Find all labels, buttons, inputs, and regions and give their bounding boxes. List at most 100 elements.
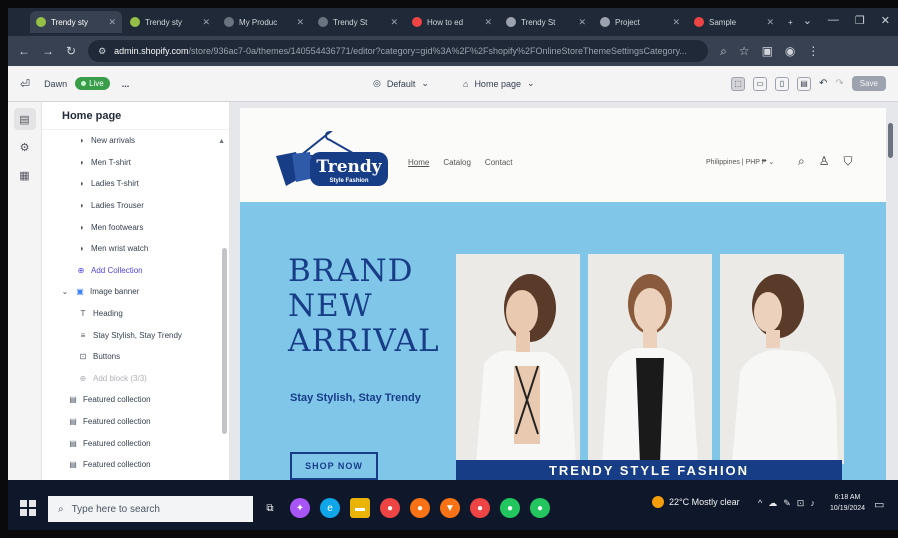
close-tab-icon[interactable]: ✕ [484,17,492,28]
close-window-icon[interactable]: ✕ [881,14,890,27]
chevron-down-icon[interactable]: ⌄ [60,287,70,296]
sidebar-item[interactable]: ◑ Men T-shirt [42,152,229,174]
preview-scrollbar[interactable] [888,123,893,158]
chrome-icon[interactable]: ● [380,498,400,518]
undo-icon[interactable]: ↶ [819,78,827,89]
more-actions-button[interactable]: ... [122,79,130,89]
close-tab-icon[interactable]: ✕ [766,17,774,28]
sections-icon[interactable]: ▤ [13,108,36,130]
sidebar-item[interactable]: ▤ Featured collection [42,432,229,454]
windows-start-icon[interactable] [20,500,36,516]
extension-icon[interactable]: ▣ [762,44,773,58]
sidebar-item[interactable]: ≡ Stay Stylish, Stay Trendy [42,324,229,346]
close-tab-icon[interactable]: ✕ [390,17,398,28]
sidebar-item[interactable]: ⊡ Buttons [42,346,229,368]
globe-icon: ◎ [373,78,381,88]
shop-now-button[interactable]: SHOP NOW [290,452,378,480]
chevron-up-icon[interactable]: ^ [758,498,762,509]
theme-settings-icon[interactable]: ⚙ [14,136,36,158]
sidebar-item[interactable]: ◑ New arrivals [42,130,229,152]
close-tab-icon[interactable]: ✕ [108,17,116,28]
chrome-icon[interactable]: ● [470,498,490,518]
sidebar-item-label: Stay Stylish, Stay Trendy [93,330,182,340]
apps-icon[interactable]: ▦ [14,164,36,186]
browser-tab[interactable]: My Produc ✕ [218,11,310,33]
fullscreen-icon[interactable]: ▤ [796,76,811,91]
sidebar-item[interactable]: ◑ Ladies Trouser [42,195,229,217]
chrome-icon[interactable]: ● [500,498,520,518]
nav-home[interactable]: Home [408,158,429,167]
close-tab-icon[interactable]: ✕ [296,17,304,28]
taskbar-clock[interactable]: 6:18 AM 10/19/2024 [830,492,865,514]
page-dropdown[interactable]: ⌂ Home page ⌄ [463,78,535,89]
pen-icon[interactable]: ✎ [783,498,791,509]
sidebar-item[interactable]: ◑ Ladies T-shirt [42,173,229,195]
browser-tab[interactable]: Trendy St ✕ [312,11,404,33]
close-tab-icon[interactable]: ✕ [202,17,210,28]
site-info-icon[interactable]: ⚙ [98,46,106,57]
widgets-icon[interactable]: ✦ [290,498,310,518]
collapse-arrow-icon[interactable]: ▲ [218,138,225,145]
nav-catalog[interactable]: Catalog [443,158,471,167]
browser-tab[interactable]: Project ✕ [594,11,686,33]
redo-icon[interactable]: ↷ [835,78,843,89]
image-banner[interactable]: BRAND NEW ARRIVAL Stay Stylish, Stay Tre… [240,202,886,480]
sidebar-item[interactable]: ▤ Featured collection [42,411,229,433]
menu-icon[interactable]: ⋮ [807,44,819,58]
taskbar-search[interactable]: ⌕ Type here to search [48,496,253,522]
sidebar-item[interactable]: ▤ Featured collection [42,454,229,476]
sidebar-item[interactable]: ▤ Featured collection [42,389,229,411]
browser-tab[interactable]: How to ed ✕ [406,11,498,33]
browser-tab[interactable]: Sample ✕ [688,11,780,33]
browser-tab[interactable]: Trendy St ✕ [500,11,592,33]
file-explorer-icon[interactable]: ▬ [350,498,370,518]
desktop-view-icon[interactable]: ▭ [752,76,767,91]
forward-icon[interactable]: → [42,44,54,58]
close-tab-icon[interactable]: ✕ [578,17,586,28]
edge-icon[interactable]: e [320,498,340,518]
country-selector[interactable]: Philippines | PHP ₱ ⌄ [706,158,774,166]
sidebar-item[interactable]: ⌄ ▣ Image banner [42,281,229,303]
zoom-icon[interactable]: ⌕ [720,44,727,59]
browser-tab[interactable]: Trendy sty ✕ [124,11,216,33]
url-field[interactable]: ⚙ admin.shopify.com /store/936ac7-0a/the… [88,40,709,62]
sidebar-item[interactable]: ⊕ Add Collection [42,260,229,282]
sidebar-item-label: Image banner [90,287,140,297]
new-tab-icon[interactable]: + [782,11,804,33]
close-tab-icon[interactable]: ✕ [672,17,680,28]
exit-editor-icon[interactable]: ⏎ [20,77,30,91]
network-icon[interactable]: ⊡ [797,498,805,509]
nav-contact[interactable]: Contact [485,158,513,167]
bookmark-star-icon[interactable]: ☆ [739,44,750,58]
sidebar-item-label: Featured collection [83,395,151,405]
theme-settings-dropdown[interactable]: ◎ Default ⌄ [373,78,429,89]
add-icon: ⊕ [77,265,85,275]
notifications-icon[interactable]: ▭ [874,498,884,511]
browser-tab[interactable]: Trendy sty ✕ [30,11,122,33]
chrome-active-icon[interactable]: ● [530,498,550,518]
onedrive-icon[interactable]: ☁ [768,498,777,509]
sidebar-item[interactable]: ◑ Men wrist watch [42,238,229,260]
sidebar-item[interactable]: ◑ Men footwears [42,216,229,238]
brave-icon[interactable]: ▼ [440,498,460,518]
back-icon[interactable]: ← [18,44,30,58]
profile-icon[interactable]: ◉ [785,44,795,58]
mobile-view-icon[interactable]: ▯ [774,76,789,91]
chrome-profile-icon[interactable]: ● [410,498,430,518]
store-logo[interactable]: Trendy Style Fashion [270,128,390,188]
sidebar-scrollbar[interactable] [222,248,227,434]
reload-icon[interactable]: ↻ [66,44,76,58]
volume-icon[interactable]: ♪ [810,498,815,509]
minimize-icon[interactable]: — [828,14,839,27]
search-icon[interactable]: ⌕ [798,154,805,169]
task-view-icon[interactable]: ⧉ [260,498,280,518]
sidebar-item[interactable]: T Heading [42,303,229,325]
save-button[interactable]: Save [851,76,886,91]
cart-icon[interactable]: ⛉ [844,154,853,169]
weather-widget[interactable]: 22°C Mostly clear [652,496,740,508]
account-icon[interactable]: ♙ [819,154,830,169]
maximize-icon[interactable]: ❐ [855,14,865,27]
tab-search-icon[interactable]: ⌄ [803,14,812,27]
sidebar-item[interactable]: ⊕ Add block (3/3) [42,368,229,390]
inspector-icon[interactable]: ⬚ [730,76,745,91]
